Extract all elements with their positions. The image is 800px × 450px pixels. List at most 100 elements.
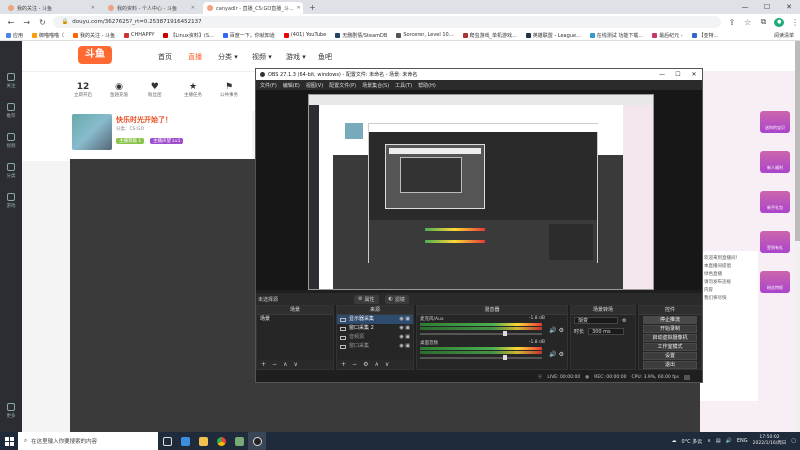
browser-tab-active[interactable]: canyadlr - 直播_CS:GO直播_斗... ✕: [203, 2, 303, 14]
forward-arrow-icon[interactable]: →: [22, 18, 32, 27]
obs-preview[interactable]: [256, 90, 702, 290]
bookmark-item[interactable]: 【Linux资料】(S...: [163, 32, 214, 39]
stat-item[interactable]: ♥ 粉丝团: [148, 82, 162, 98]
stat-item[interactable]: ⚑ 公共事务: [220, 82, 238, 98]
nav-video[interactable]: 视频 ▾: [252, 52, 272, 62]
obs-icon[interactable]: [248, 432, 266, 450]
notification-icon[interactable]: ▢: [791, 438, 796, 444]
file-explorer-icon[interactable]: [194, 432, 212, 450]
menu-profile[interactable]: 配置文件(P): [329, 82, 356, 89]
address-bar[interactable]: 🔒 douyu.com/3627625?_rt=0.253871916452137: [53, 16, 721, 28]
menu-tools[interactable]: 工具(T): [395, 82, 412, 89]
scene-item[interactable]: 场景: [257, 315, 333, 324]
duration-input[interactable]: 300 ms: [588, 328, 625, 335]
stat-item[interactable]: ★ 主播任务: [184, 82, 202, 98]
rail-item[interactable]: 推荐: [0, 103, 22, 119]
obs-close-button[interactable]: ✕: [686, 69, 702, 80]
source-item[interactable]: 窗口采集 2 ◉ ▣: [337, 324, 413, 333]
rail-item[interactable]: 游戏: [0, 193, 22, 209]
eye-icon[interactable]: ◉ ▣: [399, 325, 410, 332]
minimize-button[interactable]: —: [734, 0, 756, 14]
bookmark-item[interactable]: CHHAPPY: [124, 32, 154, 38]
nav-live[interactable]: 直播: [188, 52, 202, 62]
menu-dots-icon[interactable]: ⋮: [790, 18, 800, 27]
bookmark-item[interactable]: 最后纪元 -: [652, 32, 683, 39]
move-up-button[interactable]: ∧: [283, 361, 287, 368]
obs-minimize-button[interactable]: —: [654, 69, 670, 80]
eye-icon[interactable]: ◉ ▣: [399, 334, 410, 341]
volume-slider[interactable]: [420, 333, 542, 335]
task-view-icon[interactable]: [158, 432, 176, 450]
bookmark-item[interactable]: 在线测试 功能下载...: [589, 32, 643, 39]
studio-mode-button[interactable]: 工作室模式: [643, 343, 697, 351]
rail-item[interactable]: 视频: [0, 133, 22, 149]
app-icon[interactable]: [230, 432, 248, 450]
close-icon[interactable]: ✕: [191, 5, 195, 11]
move-down-button[interactable]: ∨: [385, 361, 389, 368]
scrollbar-thumb[interactable]: [795, 41, 800, 241]
bookmark-item[interactable]: 我的关注 - 斗鱼: [73, 32, 115, 39]
menu-view[interactable]: 视图(V): [306, 82, 323, 89]
speaker-icon[interactable]: 🔊 ⚙: [549, 351, 564, 358]
douyu-logo[interactable]: 斗鱼: [78, 46, 112, 64]
app-icon[interactable]: [176, 432, 194, 450]
add-source-button[interactable]: +: [341, 361, 346, 368]
bookmark-item[interactable]: 百度一下，你就知道: [222, 32, 275, 39]
rail-item[interactable]: 分类: [0, 163, 22, 179]
bookmark-item[interactable]: Sorcerer, Level 10...: [396, 32, 454, 38]
add-scene-button[interactable]: +: [261, 361, 266, 368]
stat-item[interactable]: 12 立即开启: [74, 82, 92, 98]
remove-scene-button[interactable]: −: [272, 361, 277, 368]
settings-button[interactable]: 设置: [643, 352, 697, 360]
properties-button[interactable]: ⚙ 属性: [354, 294, 379, 304]
chevron-up-icon[interactable]: ∧: [707, 438, 711, 444]
stop-streaming-button[interactable]: 停止推流: [643, 316, 697, 324]
volume-slider-handle[interactable]: [502, 331, 507, 336]
promo-card[interactable]: 签到有礼: [760, 231, 790, 253]
source-item[interactable]: 音频源 ◉ ▣: [337, 333, 413, 342]
bookmark-item[interactable]: 【亚特...: [691, 32, 718, 39]
source-settings-button[interactable]: ⚙: [363, 361, 368, 368]
reading-list[interactable]: 阅读清单: [774, 32, 800, 39]
bookmark-item[interactable]: 爬虫游戏_单机游戏...: [462, 32, 517, 39]
close-window-button[interactable]: ✕: [778, 0, 800, 14]
taskbar-search[interactable]: ⌕ 在这里输入你要搜索的内容: [18, 432, 158, 450]
eye-icon[interactable]: ◉ ▣: [399, 343, 410, 350]
source-item[interactable]: 窗口采集 ◉ ▣: [337, 342, 413, 351]
bookmark-item[interactable]: 英雄联盟 - League...: [525, 32, 581, 39]
star-icon[interactable]: ☆: [743, 18, 753, 27]
source-item[interactable]: 显示器采集 ◉ ▣: [337, 315, 413, 324]
exit-button[interactable]: 退出: [643, 361, 697, 369]
move-up-button[interactable]: ∧: [374, 361, 378, 368]
close-icon[interactable]: ✕: [297, 5, 301, 11]
new-tab-button[interactable]: +: [309, 3, 316, 12]
volume-slider[interactable]: [420, 357, 542, 359]
reload-icon[interactable]: ↻: [38, 18, 48, 27]
start-recording-button[interactable]: 开始录制: [643, 325, 697, 333]
menu-edit[interactable]: 编辑(E): [283, 82, 300, 89]
close-icon[interactable]: ✕: [91, 5, 95, 11]
gear-icon[interactable]: ⚙: [622, 318, 626, 324]
remove-source-button[interactable]: −: [352, 361, 357, 368]
share-icon[interactable]: ⇪: [727, 18, 737, 27]
streamer-avatar[interactable]: [72, 114, 112, 150]
nav-fishbar[interactable]: 鱼吧: [318, 52, 332, 62]
menu-help[interactable]: 帮助(H): [418, 82, 436, 89]
bookmark-item[interactable]: (401) YouTube: [283, 32, 326, 38]
transition-select[interactable]: 渐变: [574, 317, 618, 324]
chrome-icon[interactable]: [212, 432, 230, 450]
rail-item[interactable]: 关注: [0, 73, 22, 89]
nav-home[interactable]: 首页: [158, 52, 172, 62]
menu-scene-collection[interactable]: 场景集合(S): [362, 82, 389, 89]
windows-start-icon[interactable]: [0, 432, 18, 450]
back-arrow-icon[interactable]: ←: [6, 18, 16, 27]
language-indicator[interactable]: ENG: [737, 438, 748, 444]
promo-card[interactable]: 送你的宝贝: [760, 111, 790, 133]
volume-icon[interactable]: 🔊: [726, 438, 732, 444]
volume-slider-handle[interactable]: [502, 355, 507, 360]
move-down-button[interactable]: ∨: [293, 361, 297, 368]
bookmark-item[interactable]: 御喵喵喵（: [32, 32, 64, 39]
promo-card[interactable]: 新手礼包: [760, 191, 790, 213]
browser-tab[interactable]: 我的资料 - 个人中心 - 斗鱼 ✕: [104, 2, 199, 14]
bookmark-item[interactable]: 应用: [6, 32, 23, 39]
